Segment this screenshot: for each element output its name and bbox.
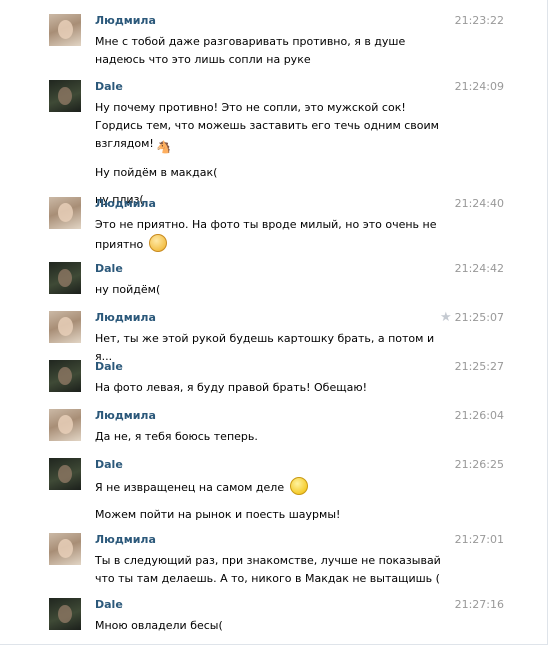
message-text: Это не приятно. На фото ты вроде милый, …	[95, 216, 450, 254]
message-text: На фото левая, я буду правой брать! Обещ…	[95, 381, 367, 394]
avatar-dale[interactable]	[49, 598, 81, 630]
message-time[interactable]: 21:26:04	[455, 409, 504, 423]
avatar-lyudmila[interactable]	[49, 409, 81, 441]
message-item: Людмила ★ 21:25:07 Нет, ты же этой рукой…	[0, 311, 549, 363]
message-item: Dale 21:25:27 На фото левая, я буду прав…	[0, 360, 549, 396]
smile-emoji-icon	[289, 477, 308, 495]
message-time[interactable]: 21:27:16	[455, 598, 504, 612]
message-body: Ну почему противно! Это не сопли, это му…	[95, 99, 450, 209]
message-text: Ну почему противно! Это не сопли, это му…	[95, 99, 450, 155]
author-name[interactable]: Людмила	[95, 311, 156, 325]
author-name[interactable]: Людмила	[95, 197, 156, 211]
flushed-emoji-icon	[148, 234, 167, 252]
avatar-lyudmila[interactable]	[49, 14, 81, 46]
message-time[interactable]: 21:26:25	[455, 458, 504, 472]
message-body: На фото левая, я буду правой брать! Обещ…	[95, 379, 450, 397]
message-body: Да не, я тебя боюсь теперь.	[95, 428, 450, 446]
message-text: ну пойдём(	[95, 283, 161, 296]
avatar-dale[interactable]	[49, 262, 81, 294]
avatar-lyudmila[interactable]	[49, 533, 81, 565]
message-body: Ты в следующий раз, при знакомстве, лучш…	[95, 552, 450, 588]
author-name[interactable]: Dale	[95, 262, 123, 276]
message-time[interactable]: 21:24:40	[455, 197, 504, 211]
message-time[interactable]: 21:24:09	[455, 80, 504, 94]
avatar-dale[interactable]	[49, 360, 81, 392]
message-time[interactable]: 21:24:42	[455, 262, 504, 276]
avatar-dale[interactable]	[49, 458, 81, 490]
author-name[interactable]: Dale	[95, 360, 123, 374]
avatar-lyudmila[interactable]	[49, 197, 81, 229]
message-body: ну пойдём(	[95, 281, 450, 299]
star-icon[interactable]: ★	[440, 311, 452, 325]
author-name[interactable]: Dale	[95, 458, 123, 472]
message-body: Мне с тобой даже разговаривать противно,…	[95, 33, 450, 69]
message-time[interactable]: 21:23:22	[455, 14, 504, 28]
message-text: Да не, я тебя боюсь теперь.	[95, 430, 258, 443]
message-item: Людмила 21:24:40 Это не приятно. На фото…	[0, 197, 549, 252]
message-time[interactable]: 21:27:01	[455, 533, 504, 547]
message-text: Мне с тобой даже разговаривать противно,…	[95, 35, 406, 66]
message-item: Dale 21:24:09 Ну почему противно! Это не…	[0, 80, 549, 206]
message-body: Мною овладели бесы(	[95, 617, 450, 635]
author-name[interactable]: Dale	[95, 80, 123, 94]
author-name[interactable]: Dale	[95, 598, 123, 612]
message-text: Мною овладели бесы(	[95, 619, 223, 632]
message-text: Можем пойти на рынок и поесть шаурмы!	[95, 508, 341, 521]
message-text-span: Ну почему противно! Это не сопли, это му…	[95, 101, 439, 150]
author-name[interactable]: Людмила	[95, 533, 156, 547]
horse-emoji-icon: 🐴	[155, 139, 172, 155]
message-text: Ну пойдём в макдак(	[95, 166, 218, 179]
message-item: Людмила 21:26:04 Да не, я тебя боюсь теп…	[0, 409, 549, 445]
message-item: Людмила 21:23:22 Мне с тобой даже разгов…	[0, 14, 549, 66]
message-item: Dale 21:24:42 ну пойдём(	[0, 262, 549, 298]
message-text: Ты в следующий раз, при знакомстве, лучш…	[95, 554, 441, 585]
message-body: Я не извращенец на самом деле Можем пойт…	[95, 477, 450, 524]
message-item: Dale 21:27:16 Мною овладели бесы(	[0, 598, 549, 634]
avatar-lyudmila[interactable]	[49, 311, 81, 343]
avatar-dale[interactable]	[49, 80, 81, 112]
message-time[interactable]: 21:25:07	[455, 311, 504, 325]
message-body: Это не приятно. На фото ты вроде милый, …	[95, 216, 450, 254]
author-name[interactable]: Людмила	[95, 14, 156, 28]
message-item: Людмила 21:27:01 Ты в следующий раз, при…	[0, 533, 549, 589]
author-name[interactable]: Людмила	[95, 409, 156, 423]
message-time[interactable]: 21:25:27	[455, 360, 504, 374]
message-text-span: Это не приятно. На фото ты вроде милый, …	[95, 218, 437, 251]
message-text-span: Я не извращенец на самом деле	[95, 481, 285, 494]
message-item: Dale 21:26:25 Я не извращенец на самом д…	[0, 458, 549, 521]
message-text: Я не извращенец на самом деле	[95, 477, 450, 497]
